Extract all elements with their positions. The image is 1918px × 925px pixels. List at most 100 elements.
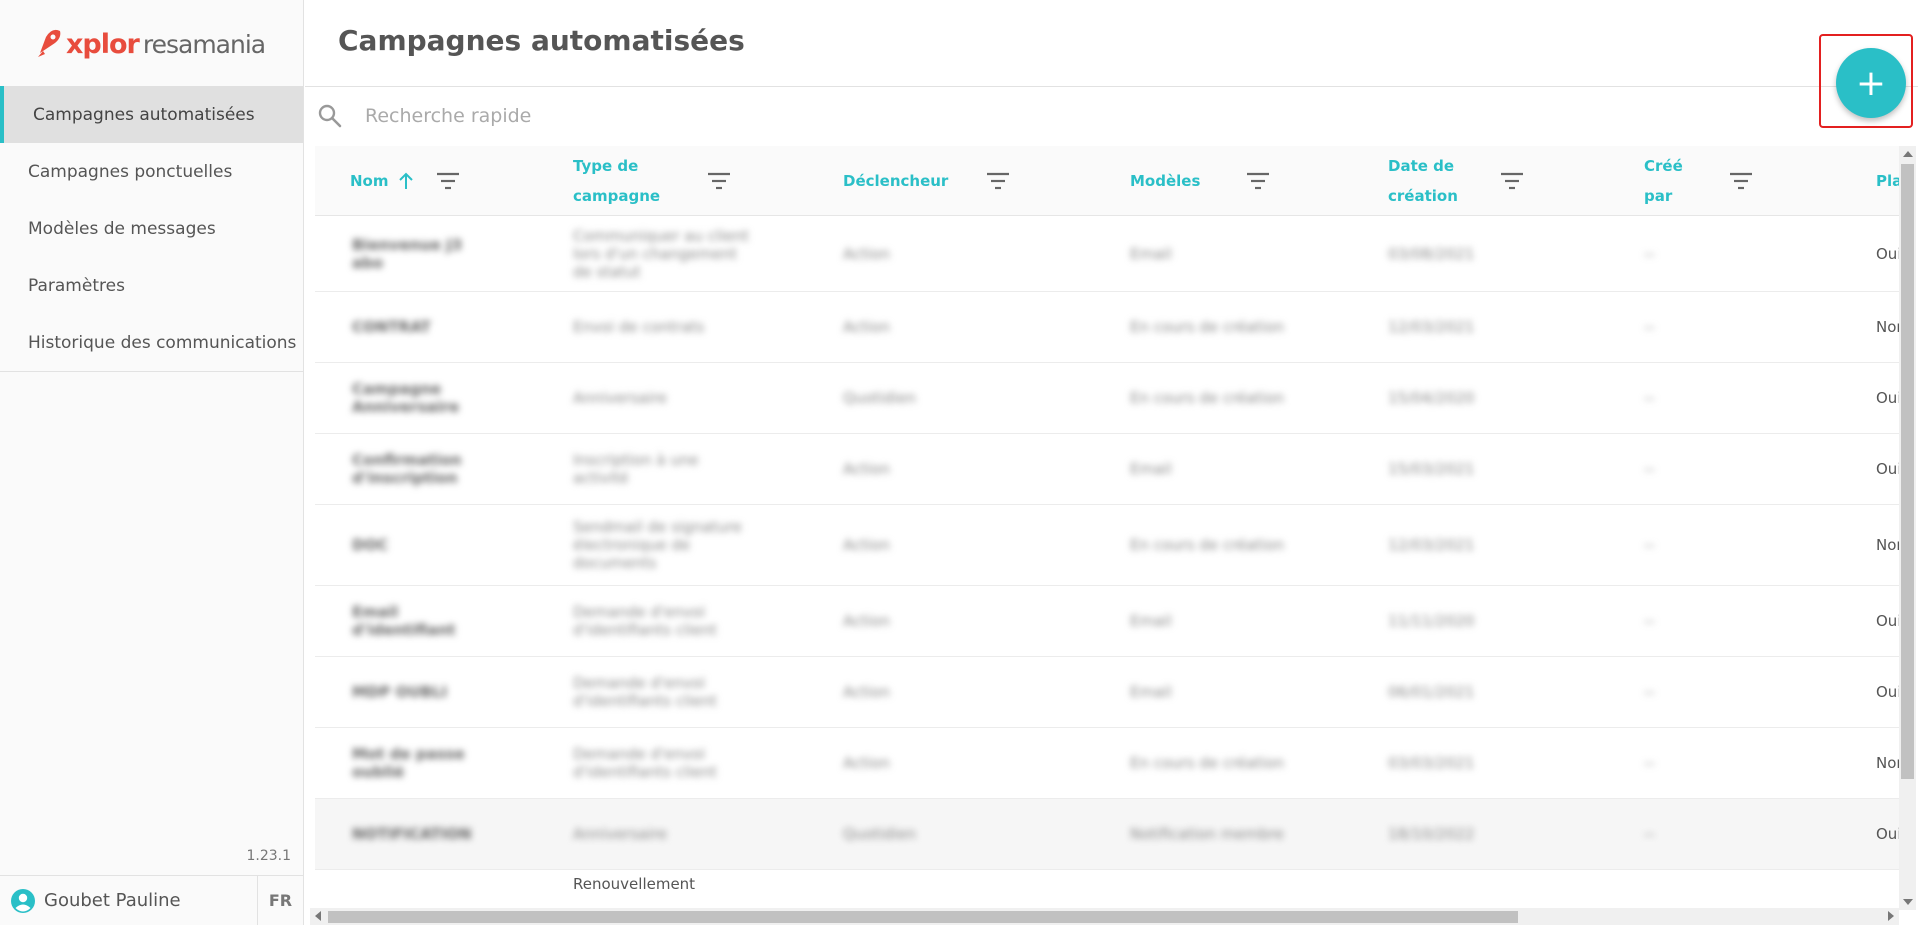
search-bar: [317, 96, 1717, 136]
sidebar-item-parametres[interactable]: Paramètres: [0, 257, 303, 314]
column-header-planifie[interactable]: Pla: [1876, 146, 1899, 216]
cell-type: Anniversaire: [573, 389, 667, 407]
cell-date: 18/10/2022: [1388, 825, 1475, 843]
column-header-type[interactable]: Type de campagne: [573, 146, 773, 216]
table-row[interactable]: Bienvenue J3 abo Communiquer au client l…: [315, 216, 1899, 292]
cell-nom: DOC: [352, 536, 389, 554]
sidebar-item-campagnes-ponctuelles[interactable]: Campagnes ponctuelles: [0, 143, 303, 200]
user-bar: Goubet Pauline FR: [0, 875, 303, 925]
cell-nom: Confirmation d'inscription: [352, 451, 462, 487]
cell-declencheur: Quotidien: [843, 389, 916, 407]
app-logo[interactable]: xplor resamania: [36, 24, 266, 64]
cell-date: 03/03/2021: [1388, 754, 1475, 772]
campaigns-table: Nom Type de campagne Déclencheur Modèles…: [315, 146, 1899, 910]
cell-cree-par: --: [1644, 825, 1655, 843]
filter-icon[interactable]: [1501, 172, 1523, 190]
filter-icon[interactable]: [1247, 172, 1269, 190]
column-label: Modèles: [1130, 172, 1201, 190]
cell-modeles: En cours de création: [1130, 389, 1285, 407]
cell-planifie: Non: [1876, 536, 1899, 554]
table-row[interactable]: Confirmation d'inscription Inscription à…: [315, 434, 1899, 505]
column-label: Déclencheur: [843, 172, 949, 190]
add-campaign-button[interactable]: +: [1836, 48, 1906, 118]
cell-date: 12/03/2021: [1388, 536, 1475, 554]
table-row[interactable]: Email d'identifiant Demande d'envoi d'id…: [315, 586, 1899, 657]
scroll-down-icon[interactable]: [1903, 899, 1913, 905]
column-header-cree-par[interactable]: Créé par: [1644, 146, 1844, 216]
scrollbar-thumb[interactable]: [328, 911, 1518, 923]
cell-planifie: Oui: [1876, 825, 1899, 843]
cell-nom: Mot de passe oublié: [352, 745, 465, 781]
table-row[interactable]: NOTIFICATION Anniversaire Quotidien Noti…: [315, 799, 1899, 870]
cell-modeles: Notification membre: [1130, 825, 1284, 843]
table-row[interactable]: Campagne Anniversaire Anniversaire Quoti…: [315, 363, 1899, 434]
scroll-up-icon[interactable]: [1903, 151, 1913, 157]
cell-planifie: Non: [1876, 318, 1899, 336]
app-window: xplor resamania Campagnes automatisées C…: [0, 0, 1918, 925]
rocket-icon: [38, 29, 61, 57]
cell-nom: Campagne Anniversaire: [352, 380, 460, 416]
column-header-modeles[interactable]: Modèles: [1130, 146, 1330, 216]
column-header-date-creation[interactable]: Date de création: [1388, 146, 1588, 216]
cell-type: Inscription à une activité: [573, 451, 699, 487]
sidebar-item-label: Campagnes automatisées: [33, 104, 255, 125]
user-name[interactable]: Goubet Pauline: [44, 890, 257, 911]
user-avatar-icon[interactable]: [10, 888, 36, 914]
table-row[interactable]: DOC Sendmail de signature électronique d…: [315, 505, 1899, 586]
sidebar-item-label: Paramètres: [28, 275, 125, 296]
cell-cree-par: --: [1644, 389, 1655, 407]
sidebar: xplor resamania Campagnes automatisées C…: [0, 0, 304, 925]
app-version: 1.23.1: [246, 848, 291, 864]
scroll-right-icon[interactable]: [1888, 911, 1894, 921]
cell-declencheur: Action: [843, 244, 890, 263]
cell-cree-par: --: [1644, 612, 1655, 630]
sidebar-item-label: Campagnes ponctuelles: [28, 161, 233, 182]
cell-modeles: Email: [1130, 244, 1172, 263]
cell-planifie: Oui: [1876, 389, 1899, 407]
scrollbar-thumb[interactable]: [1901, 164, 1914, 779]
cell-nom: CONTRAT: [352, 318, 431, 336]
filter-icon[interactable]: [437, 172, 459, 190]
page-title: Campagnes automatisées: [338, 24, 745, 57]
language-selector[interactable]: FR: [257, 876, 303, 925]
table-row[interactable]: Mot de passe oublié Demande d'envoi d'id…: [315, 728, 1899, 799]
cell-declencheur: Action: [843, 754, 890, 772]
cell-cree-par: --: [1644, 683, 1655, 701]
sidebar-divider: [0, 371, 303, 372]
filter-icon[interactable]: [1730, 172, 1752, 190]
sort-arrow-up-icon[interactable]: [397, 171, 415, 191]
sidebar-item-modeles-de-messages[interactable]: Modèles de messages: [0, 200, 303, 257]
horizontal-scrollbar[interactable]: [310, 908, 1899, 925]
cell-planifie: Oui: [1876, 460, 1899, 478]
logo-text-resamania: resamania: [142, 29, 266, 59]
sidebar-item-campagnes-automatisees[interactable]: Campagnes automatisées: [0, 86, 303, 143]
cell-declencheur: Action: [843, 683, 890, 701]
column-header-declencheur[interactable]: Déclencheur: [843, 146, 1043, 216]
table-row[interactable]: CONTRAT Envoi de contrats Action En cour…: [315, 292, 1899, 363]
cell-nom: Email d'identifiant: [352, 603, 456, 639]
vertical-scrollbar[interactable]: [1899, 146, 1916, 910]
cell-type: Demande d'envoi d'identifiants client: [573, 603, 717, 639]
search-icon: [318, 104, 342, 128]
cell-type: Communiquer au client lors d'un changeme…: [573, 226, 749, 281]
cell-date: 15/03/2021: [1388, 460, 1475, 478]
cell-cree-par: --: [1644, 318, 1655, 336]
cell-declencheur: Action: [843, 612, 890, 630]
header-divider: [305, 86, 1918, 87]
search-input[interactable]: [365, 105, 965, 127]
sidebar-item-historique[interactable]: Historique des communications: [0, 314, 303, 371]
cell-nom: MDP OUBLI: [352, 683, 448, 701]
column-label-line2: par: [1644, 187, 1673, 205]
column-header-nom[interactable]: Nom: [350, 146, 550, 216]
cell-date: 06/01/2021: [1388, 683, 1475, 701]
cell-cree-par: --: [1644, 754, 1655, 772]
cell-type: Demande d'envoi d'identifiants client: [573, 674, 717, 710]
table-row[interactable]: Renouvellement: [315, 870, 1899, 910]
table-row[interactable]: MDP OUBLI Demande d'envoi d'identifiants…: [315, 657, 1899, 728]
filter-icon[interactable]: [708, 172, 730, 190]
cell-declencheur: Quotidien: [843, 825, 916, 843]
scroll-left-icon[interactable]: [315, 911, 321, 921]
filter-icon[interactable]: [987, 172, 1009, 190]
cell-planifie: Oui: [1876, 612, 1899, 630]
cell-date: 11/11/2020: [1388, 612, 1475, 630]
